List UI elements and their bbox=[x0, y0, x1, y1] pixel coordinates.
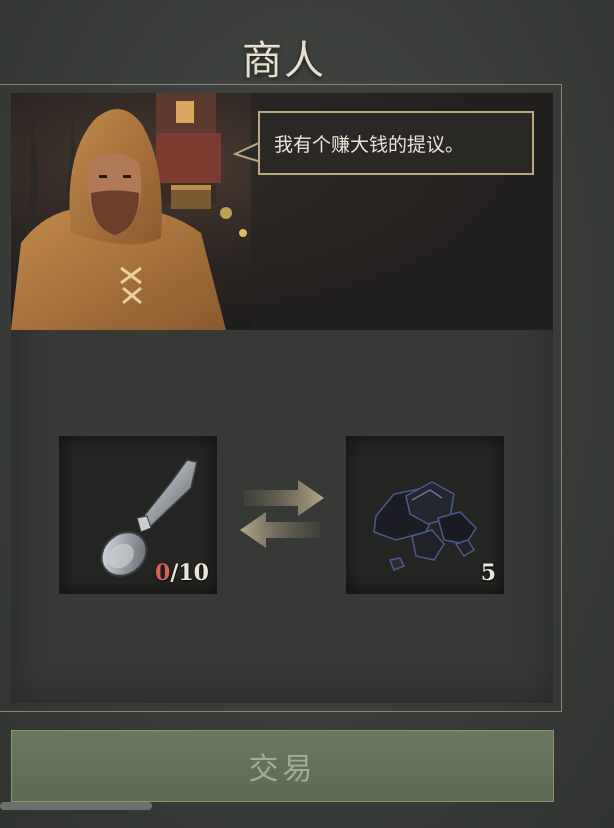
speech-tail bbox=[233, 141, 261, 163]
receive-item-slot[interactable]: 5 bbox=[346, 436, 504, 594]
exchange-arrows-icon bbox=[240, 480, 324, 548]
trade-button[interactable]: 交易 bbox=[11, 730, 554, 802]
owned-count: 0 bbox=[155, 560, 171, 586]
page-title: 商人 bbox=[242, 38, 326, 84]
merchant-screen: 商人 我有个赚大钱的提议。 0/10 5 交易 bbox=[0, 0, 614, 828]
merchant-dialogue: 我有个赚大钱的提议。 bbox=[258, 111, 534, 175]
give-item-slot[interactable]: 0/10 bbox=[59, 436, 217, 594]
required-count: /10 bbox=[170, 560, 209, 586]
scrollbar[interactable] bbox=[0, 802, 152, 810]
give-item-count: 0/10 bbox=[155, 560, 209, 586]
receive-item-count: 5 bbox=[480, 560, 496, 586]
